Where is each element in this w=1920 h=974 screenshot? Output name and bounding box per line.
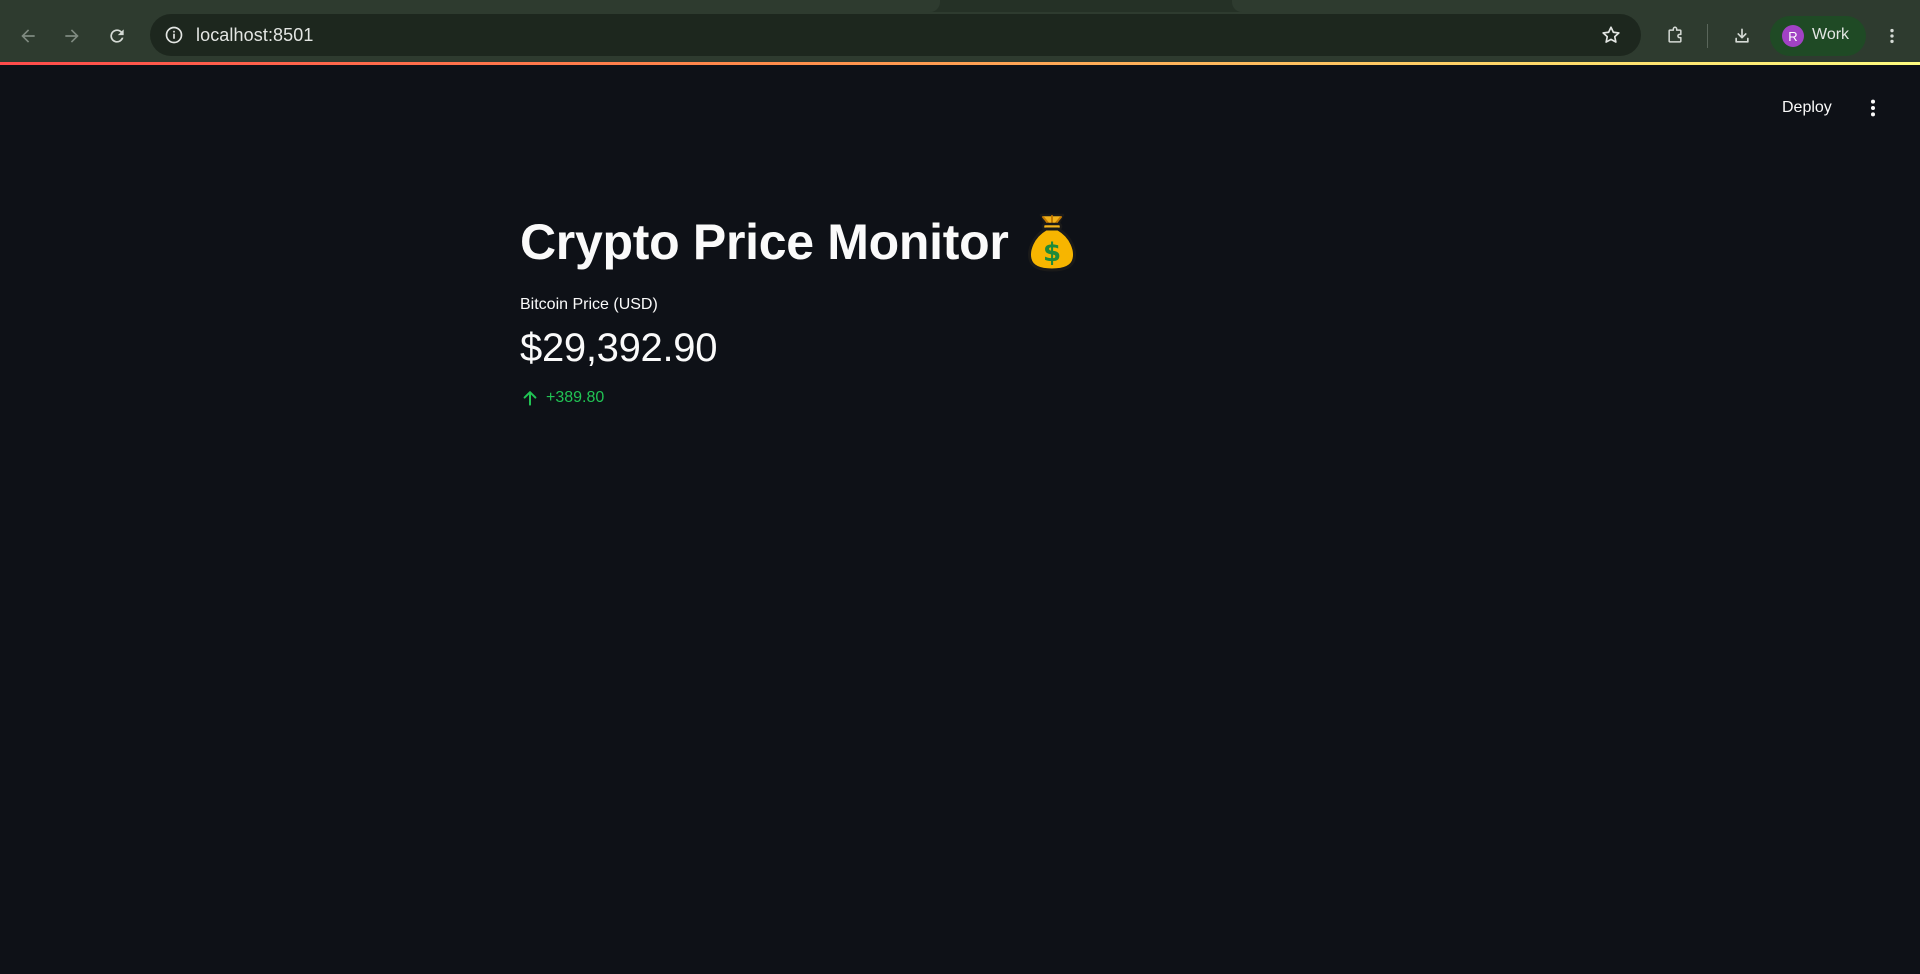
site-info-icon [165,26,183,44]
page-title: Crypto Price Monitor [520,214,1009,270]
money-bag-icon: $ [1028,213,1077,272]
deploy-button[interactable]: Deploy [1770,93,1844,123]
back-arrow-icon [21,29,35,43]
arrow-up-icon [523,391,537,406]
metric-label: Bitcoin Price (USD) [520,296,658,313]
bitcoin-price-metric: Bitcoin Price (USD) $29,392.90 +389.80 [520,296,1400,410]
tab-strip [0,0,1920,12]
metric-value: $29,392.90 [520,326,718,370]
downloads-button[interactable] [1724,18,1760,54]
bookmark-star-icon [1602,26,1620,43]
address-bar[interactable]: localhost:8501 [150,14,1641,56]
extensions-icon [1668,26,1682,43]
browser-toolbar: localhost:8501 R Work [0,12,1920,64]
browser-chrome: localhost:8501 R Work [0,0,1920,64]
svg-text:$: $ [1043,238,1061,268]
vertical-dots-icon [1870,99,1876,117]
app-menu-button[interactable] [1858,93,1888,123]
metric-delta-value: +389.80 [546,389,605,406]
active-tab-edge [0,0,940,12]
extensions-button[interactable] [1657,18,1693,54]
main-content: Crypto Price Monitor $ Bitcoin Price (US… [520,200,1400,410]
download-icon [1735,28,1749,43]
url-text[interactable]: localhost:8501 [196,25,314,46]
app-header: Deploy [0,65,1920,153]
profile-button[interactable]: R Work [1770,16,1866,56]
profile-name: Work [1812,26,1850,43]
forward-button[interactable] [54,18,90,54]
toolbar-divider [1707,24,1708,48]
kebab-menu-icon [1890,28,1894,44]
back-button[interactable] [10,18,46,54]
title-row: Crypto Price Monitor $ [520,200,1400,284]
reload-button[interactable] [99,18,135,54]
reload-icon [110,29,124,43]
site-info-button[interactable] [160,21,188,49]
browser-menu-button[interactable] [1874,18,1910,54]
tab-edge-right [1232,0,1920,12]
metric-delta: +389.80 [520,386,1400,410]
avatar: R [1782,25,1804,47]
bookmark-button[interactable] [1597,21,1625,49]
forward-arrow-icon [65,29,79,43]
